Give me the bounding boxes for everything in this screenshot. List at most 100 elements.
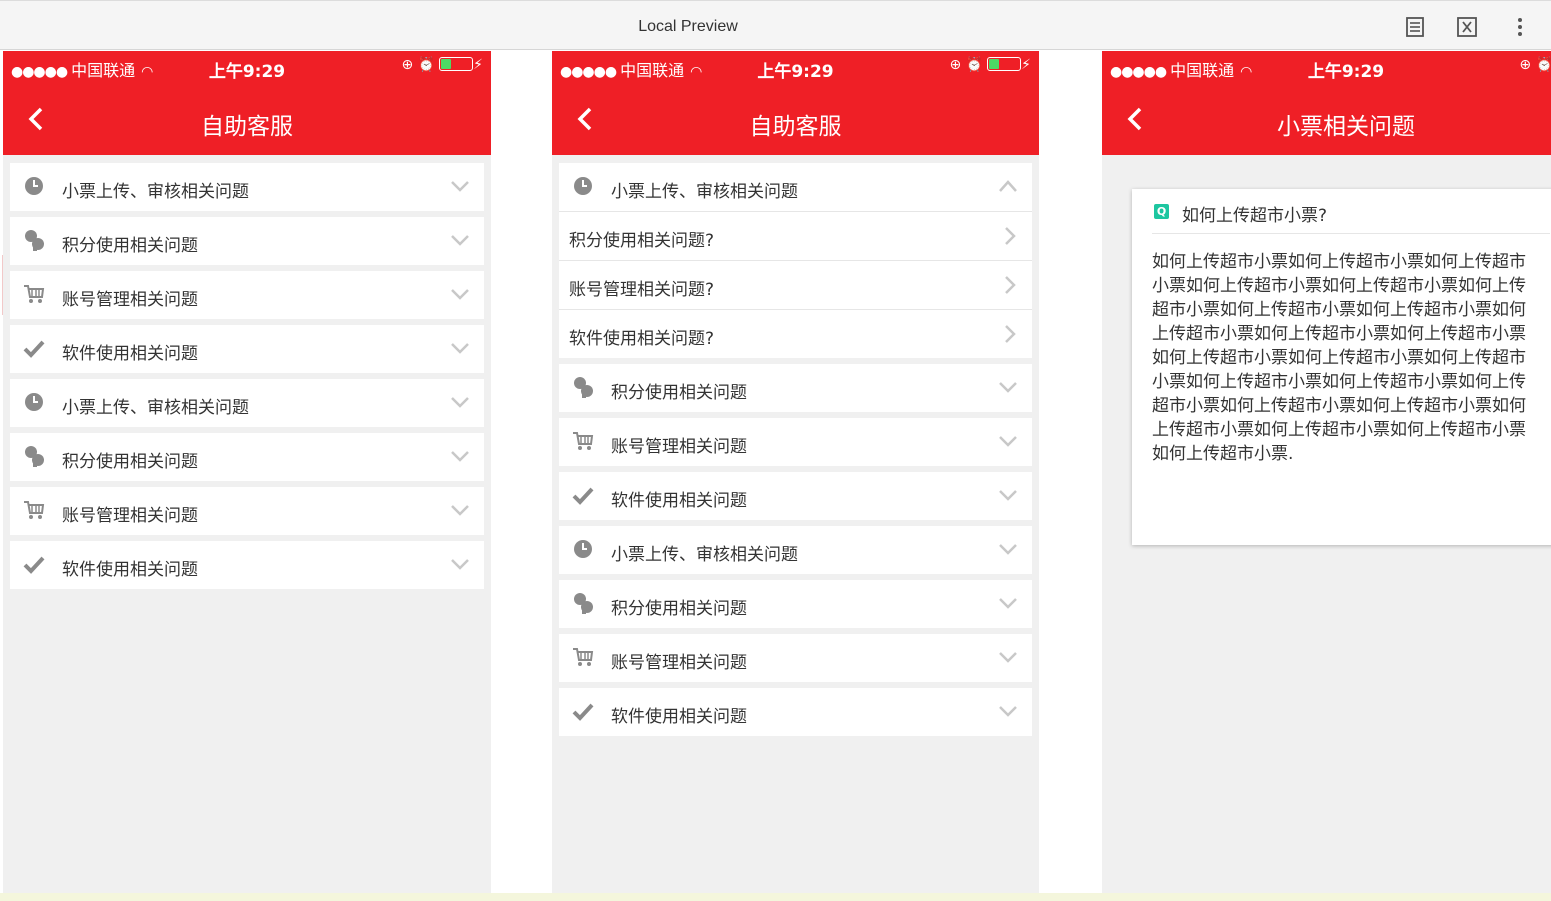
category-label: 账号管理相关问题 bbox=[611, 437, 747, 457]
charging-icon: ⚡ bbox=[1021, 57, 1031, 73]
clock-icon bbox=[574, 540, 592, 558]
clock-icon bbox=[25, 393, 43, 411]
subquestion-item[interactable]: 账号管理相关问题? bbox=[559, 260, 1032, 309]
category-label: 软件使用相关问题 bbox=[611, 491, 747, 511]
rotation-lock-icon: ⊕ bbox=[401, 57, 414, 73]
chevron-right-icon bbox=[1005, 325, 1016, 343]
category-item-expanded[interactable]: 小票上传、审核相关问题 bbox=[559, 163, 1032, 211]
category-item[interactable]: 小票上传、审核相关问题 bbox=[559, 526, 1032, 574]
question-text: 如何上传超市小票? bbox=[1182, 206, 1328, 226]
category-item[interactable]: 软件使用相关问题 bbox=[10, 325, 484, 373]
bottom-strip bbox=[0, 893, 1551, 901]
category-item[interactable]: 小票上传、审核相关问题 bbox=[10, 163, 484, 211]
category-item[interactable]: 账号管理相关问题 bbox=[559, 634, 1032, 682]
category-label: 小票上传、审核相关问题 bbox=[62, 182, 249, 202]
category-label: 积分使用相关问题 bbox=[62, 452, 198, 472]
category-item[interactable]: 软件使用相关问题 bbox=[559, 472, 1032, 520]
category-item[interactable]: 软件使用相关问题 bbox=[559, 688, 1032, 736]
category-label: 积分使用相关问题 bbox=[611, 599, 747, 619]
cart-icon bbox=[24, 501, 45, 519]
cart-icon bbox=[573, 432, 594, 450]
chevron-up-icon bbox=[999, 180, 1017, 192]
x-function-icon[interactable] bbox=[1455, 15, 1479, 39]
category-label: 账号管理相关问题 bbox=[62, 290, 198, 310]
category-label: 软件使用相关问题 bbox=[611, 707, 747, 727]
category-item[interactable]: 积分使用相关问题 bbox=[559, 364, 1032, 412]
chevron-down-icon bbox=[451, 235, 469, 246]
status-time: 上午9:29 bbox=[1307, 62, 1385, 82]
page-title: 自助客服 bbox=[749, 114, 842, 140]
page-title: 自助客服 bbox=[201, 114, 293, 140]
faq-category-sublist: 积分使用相关问题 账号管理相关问题 软件使用相关问题 小票上传、审核相关问题 积分使用相… bbox=[559, 364, 1032, 736]
check-icon bbox=[23, 556, 45, 574]
question-badge: Q bbox=[1154, 204, 1169, 219]
check-icon bbox=[572, 487, 594, 505]
chat-icon bbox=[574, 377, 593, 398]
category-label: 软件使用相关问题 bbox=[62, 560, 198, 580]
chevron-down-icon bbox=[999, 436, 1017, 447]
category-item[interactable]: 小票上传、审核相关问题 bbox=[10, 379, 484, 427]
chevron-down-icon bbox=[451, 343, 469, 354]
category-label: 小票上传、审核相关问题 bbox=[611, 545, 798, 565]
document-icon[interactable] bbox=[1403, 15, 1427, 39]
chevron-down-icon bbox=[999, 598, 1017, 609]
category-item[interactable]: 账号管理相关问题 bbox=[559, 418, 1032, 466]
clock-icon bbox=[574, 177, 592, 195]
chevron-down-icon bbox=[451, 559, 469, 570]
category-item[interactable]: 账号管理相关问题 bbox=[10, 271, 484, 319]
subquestion-item[interactable]: 软件使用相关问题? bbox=[559, 309, 1032, 358]
preview-toolbar: Local Preview bbox=[0, 0, 1551, 50]
more-vertical-icon[interactable] bbox=[1508, 15, 1532, 39]
cart-icon bbox=[24, 285, 45, 303]
category-label: 账号管理相关问题 bbox=[611, 653, 747, 673]
chevron-down-icon bbox=[451, 505, 469, 516]
charging-icon: ⚡ bbox=[473, 57, 483, 73]
cart-icon bbox=[573, 648, 594, 666]
subquestion-label: 积分使用相关问题? bbox=[569, 231, 715, 251]
category-item[interactable]: 软件使用相关问题 bbox=[10, 541, 484, 589]
subquestion-label: 软件使用相关问题? bbox=[569, 329, 715, 349]
chevron-down-icon bbox=[999, 490, 1017, 501]
alarm-icon: ⏰ bbox=[417, 57, 436, 73]
check-icon bbox=[572, 703, 594, 721]
chat-icon bbox=[574, 593, 593, 614]
nav-bar: 小票相关问题 bbox=[1102, 83, 1551, 155]
category-label: 软件使用相关问题 bbox=[62, 344, 198, 364]
chat-icon bbox=[25, 230, 44, 251]
chevron-right-icon bbox=[1005, 276, 1016, 294]
battery-icon bbox=[439, 57, 474, 71]
answer-text: 如何上传超市小票如何上传超市小票如何上传超市小票如何上传超市小票如何上传超市小票… bbox=[1152, 252, 1526, 464]
clock-icon bbox=[25, 177, 43, 195]
category-item[interactable]: 积分使用相关问题 bbox=[10, 217, 484, 265]
subquestion-item[interactable]: 积分使用相关问题? bbox=[559, 211, 1032, 260]
battery-icon bbox=[987, 57, 1022, 71]
rotation-lock-icon: ⊕ bbox=[1519, 57, 1532, 73]
category-item[interactable]: 账号管理相关问题 bbox=[10, 487, 484, 535]
answer-card: Q 如何上传超市小票? 如何上传超市小票如何上传超市小票如何上传超市小票如何上传… bbox=[1132, 189, 1551, 545]
question-header: Q 如何上传超市小票? bbox=[1152, 199, 1550, 234]
subquestion-label: 账号管理相关问题? bbox=[569, 280, 715, 300]
chevron-right-icon bbox=[1005, 227, 1016, 245]
category-item[interactable]: 积分使用相关问题 bbox=[559, 580, 1032, 628]
expanded-category: 小票上传、审核相关问题 积分使用相关问题? 账号管理相关问题? 软件使用相关问题… bbox=[559, 163, 1032, 358]
alarm-icon: ⏰ bbox=[1535, 57, 1551, 73]
phone-screen-2: ●●●●● 中国联通 ◠ 上午9:29 ⊕ ⏰ ⚡ 自助客服 小票上传、审核相关问题 … bbox=[552, 51, 1039, 893]
phone-screen-1: ●●●●● 中国联通 ◠ 上午9:29 ⊕ ⏰ ⚡ 自助客服 小票上传、审核相关问题积… bbox=[3, 51, 491, 893]
preview-title: Local Preview bbox=[638, 18, 738, 35]
chevron-down-icon bbox=[451, 397, 469, 408]
status-bar: ●●●●● 中国联通 ◠ 上午9:29 ⊕ ⏰ ⚡ bbox=[552, 51, 1039, 83]
nav-bar: 自助客服 bbox=[552, 83, 1039, 155]
nav-bar: 自助客服 bbox=[3, 83, 491, 155]
chevron-down-icon bbox=[999, 382, 1017, 393]
faq-category-list: 小票上传、审核相关问题 积分使用相关问题 账号管理相关问题 软件使用相关问题 小票上传、… bbox=[10, 163, 484, 595]
category-label: 账号管理相关问题 bbox=[62, 506, 198, 526]
chat-icon bbox=[25, 446, 44, 467]
chevron-down-icon bbox=[999, 544, 1017, 555]
chevron-down-icon bbox=[451, 289, 469, 300]
category-item[interactable]: 积分使用相关问题 bbox=[10, 433, 484, 481]
status-bar: ●●●●● 中国联通 ◠ 上午9:29 ⊕ ⏰ ⚡ bbox=[3, 51, 491, 83]
faq-category-list: 小票上传、审核相关问题 积分使用相关问题? 账号管理相关问题? 软件使用相关问题… bbox=[559, 163, 1032, 742]
rotation-lock-icon: ⊕ bbox=[949, 57, 962, 73]
status-bar: ●●●●● 中国联通 ◠ 上午9:29 ⊕ ⏰ bbox=[1102, 51, 1551, 83]
chevron-down-icon bbox=[451, 451, 469, 462]
